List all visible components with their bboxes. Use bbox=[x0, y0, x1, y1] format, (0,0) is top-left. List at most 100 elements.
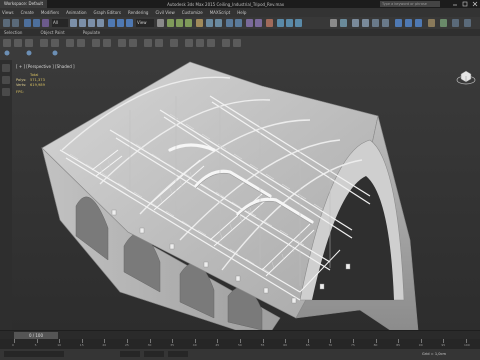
polygon-tool-icon[interactable] bbox=[3, 39, 11, 47]
symmetry-icon[interactable] bbox=[185, 39, 193, 47]
unlink-icon[interactable] bbox=[33, 19, 40, 27]
viewport-label[interactable]: [ + ] [Perspective ] [Shaded ] bbox=[16, 64, 75, 69]
detach-icon[interactable] bbox=[222, 39, 230, 47]
selection-filter-dropdown[interactable]: All bbox=[52, 19, 68, 27]
named-selection-icon[interactable] bbox=[196, 19, 203, 27]
x-coordinate-field[interactable] bbox=[120, 351, 140, 357]
menu-animation[interactable]: Animation bbox=[66, 10, 86, 15]
target-weld-icon[interactable] bbox=[155, 39, 163, 47]
spotlight bbox=[111, 209, 117, 216]
rendered-frame-window-icon[interactable] bbox=[286, 19, 293, 27]
select-object-icon[interactable] bbox=[70, 19, 77, 27]
y-coordinate-field[interactable] bbox=[144, 351, 164, 357]
scale-icon[interactable] bbox=[126, 19, 133, 27]
mirror-icon[interactable] bbox=[206, 19, 213, 27]
layer-manager-icon[interactable] bbox=[226, 19, 233, 27]
extrude-icon[interactable] bbox=[103, 39, 111, 47]
menu-maxscript[interactable]: MAXScript bbox=[210, 10, 231, 15]
light-icon[interactable] bbox=[382, 19, 389, 27]
menu-graph-editors[interactable]: Graph Editors bbox=[94, 10, 121, 15]
weld-icon[interactable] bbox=[144, 39, 152, 47]
maximize-button[interactable] bbox=[460, 0, 470, 8]
spotlight bbox=[203, 261, 209, 268]
move-icon[interactable] bbox=[108, 19, 115, 27]
z-coordinate-field[interactable] bbox=[168, 351, 188, 357]
effects-icon[interactable] bbox=[362, 19, 369, 27]
undo-icon[interactable] bbox=[3, 19, 10, 27]
rectangular-selection-icon[interactable] bbox=[88, 19, 95, 27]
angle-snap-icon[interactable] bbox=[176, 19, 183, 27]
relax-icon[interactable] bbox=[196, 39, 204, 47]
align-icon[interactable] bbox=[215, 19, 222, 27]
ruler-tick-label: 20 bbox=[102, 343, 107, 347]
pan-icon[interactable] bbox=[405, 19, 412, 27]
pivot-center-icon[interactable] bbox=[157, 19, 164, 27]
reference-coordinate-dropdown[interactable]: View bbox=[136, 19, 154, 27]
teapot-render-icon[interactable] bbox=[330, 19, 337, 27]
maxscript-listener-field[interactable] bbox=[4, 351, 64, 357]
menu-create[interactable]: Create bbox=[21, 10, 34, 15]
orbit-icon[interactable] bbox=[415, 19, 422, 27]
menu-modifiers[interactable]: Modifiers bbox=[41, 10, 59, 15]
search-input[interactable]: Type a keyword or phrase bbox=[380, 1, 440, 7]
zoom-icon[interactable] bbox=[395, 19, 402, 27]
redo-icon[interactable] bbox=[12, 19, 19, 27]
menu-help[interactable]: Help bbox=[237, 10, 246, 15]
tab-selection[interactable]: Selection bbox=[4, 30, 22, 35]
snaps-toggle-icon[interactable] bbox=[167, 19, 174, 27]
filter-icon[interactable] bbox=[2, 76, 10, 84]
percent-snap-icon[interactable] bbox=[185, 19, 192, 27]
time-slider-handle[interactable]: 0 / 100 bbox=[14, 332, 58, 339]
face-mode-icon[interactable] bbox=[51, 39, 59, 47]
curve-editor-icon[interactable] bbox=[246, 19, 253, 27]
perspective-viewport[interactable]: [ + ] [Perspective ] [Shaded ] Total Pol… bbox=[12, 60, 480, 330]
spotlight bbox=[345, 263, 351, 270]
border-mode-icon[interactable] bbox=[40, 39, 48, 47]
soft-selection-icon[interactable] bbox=[4, 50, 10, 56]
camera-icon[interactable] bbox=[372, 19, 379, 27]
scene-explorer-icon[interactable] bbox=[2, 64, 10, 72]
menu-views[interactable]: Views bbox=[2, 10, 14, 15]
ruler-tick-label: 85 bbox=[396, 343, 401, 347]
attach-icon[interactable] bbox=[233, 39, 241, 47]
workspace-selector[interactable]: Workspace: Default bbox=[0, 0, 48, 8]
minimize-button[interactable] bbox=[450, 0, 460, 8]
bind-space-warp-icon[interactable] bbox=[42, 19, 49, 27]
select-by-name-icon[interactable] bbox=[79, 19, 86, 27]
render-region-icon[interactable] bbox=[340, 19, 347, 27]
keyframe-icon[interactable] bbox=[428, 19, 435, 27]
graphite-toggle-icon[interactable] bbox=[235, 19, 242, 27]
chamfer-icon[interactable] bbox=[118, 39, 126, 47]
edge-mode-icon[interactable] bbox=[25, 39, 33, 47]
display-icon[interactable] bbox=[2, 88, 10, 96]
render-setup-icon[interactable] bbox=[277, 19, 284, 27]
grow-icon[interactable] bbox=[26, 50, 32, 56]
material-editor-icon[interactable] bbox=[266, 19, 273, 27]
menu-civil-view[interactable]: Civil View bbox=[155, 10, 174, 15]
smooth-icon[interactable] bbox=[207, 39, 215, 47]
bevel-icon[interactable] bbox=[129, 39, 137, 47]
window-crossing-icon[interactable] bbox=[97, 19, 104, 27]
help-icon[interactable] bbox=[452, 19, 459, 27]
settings-icon[interactable] bbox=[440, 19, 447, 27]
swift-loop-icon[interactable] bbox=[77, 39, 85, 47]
environment-icon[interactable] bbox=[352, 19, 359, 27]
vertex-mode-icon[interactable] bbox=[14, 39, 22, 47]
cut-tool-icon[interactable] bbox=[92, 39, 100, 47]
schematic-view-icon[interactable] bbox=[255, 19, 262, 27]
viewcube-icon[interactable] bbox=[456, 68, 476, 86]
menu-customize[interactable]: Customize bbox=[182, 10, 203, 15]
shrink-icon[interactable] bbox=[52, 50, 58, 56]
render-production-icon[interactable] bbox=[295, 19, 302, 27]
spotlight bbox=[235, 275, 241, 282]
workspace-icon[interactable] bbox=[464, 19, 471, 27]
tab-object-paint[interactable]: Object Paint bbox=[40, 30, 64, 35]
tab-populate[interactable]: Populate bbox=[83, 30, 100, 35]
menu-rendering[interactable]: Rendering bbox=[128, 10, 148, 15]
element-mode-icon[interactable] bbox=[66, 39, 74, 47]
link-icon[interactable] bbox=[24, 19, 31, 27]
track-bar[interactable]: 0 5 10 15 20 25 30 35 40 45 50 55 60 65 70 75 80 85 90 95 10… bbox=[0, 339, 480, 349]
rotate-icon[interactable] bbox=[117, 19, 124, 27]
connect-icon[interactable] bbox=[170, 39, 178, 47]
close-button[interactable] bbox=[470, 0, 480, 8]
